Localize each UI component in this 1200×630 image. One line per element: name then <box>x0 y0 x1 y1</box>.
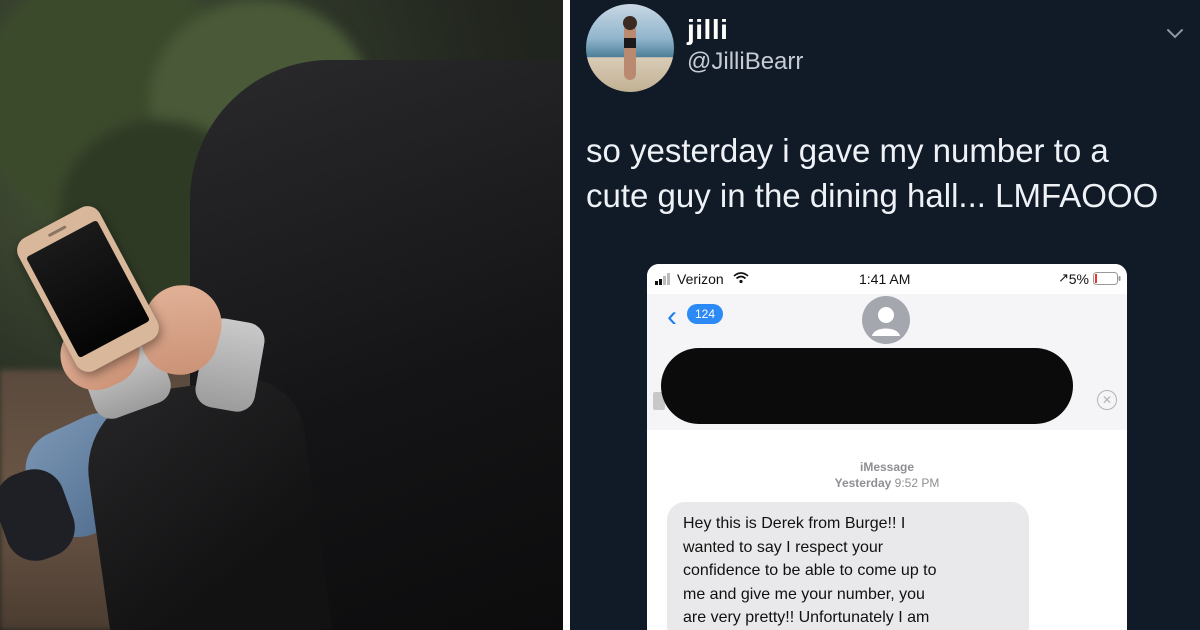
redaction-bar <box>661 348 1073 424</box>
message-line: wanted to say I respect your <box>683 538 884 556</box>
thread-time: 9:52 PM <box>894 476 940 490</box>
avatar-person-figure <box>623 16 637 80</box>
display-name[interactable]: jilli <box>687 14 728 46</box>
message-line: are very pretty!! Unfortunately I am <box>683 609 930 626</box>
thread-service-label: iMessage <box>859 460 915 474</box>
back-chevron-icon[interactable]: ‹ <box>667 302 677 332</box>
chevron-down-icon[interactable] <box>1164 22 1186 44</box>
phone-speaker <box>47 225 67 238</box>
tweet-card: jilli @JilliBearr so yesterday i gave my… <box>570 0 1200 630</box>
status-time: 1:41 AM <box>859 271 911 287</box>
thread-timestamp: Yesterday 9:52 PM <box>647 476 1127 490</box>
status-bar: Verizon 1:41 AM ↗ 5% <box>647 264 1127 294</box>
message-line: confidence to be able to come up to <box>683 562 937 579</box>
tweet-text-line: so yesterday i gave my number to a <box>586 132 1109 169</box>
message-line: Hey this is Derek from Burge!! I <box>683 515 906 532</box>
profile-avatar[interactable] <box>586 4 674 92</box>
message-line: me and give me your number, you <box>683 585 925 603</box>
imessage-screenshot[interactable]: ‹ 124 ✕ Verizon 1:41 AM ↗ 5% iMessage Ye… <box>647 264 1127 630</box>
panel-divider <box>563 0 570 630</box>
location-arrow-icon: ↗ <box>1058 270 1069 285</box>
wifi-icon <box>733 272 749 284</box>
conversation-header: ‹ 124 ✕ <box>647 288 1127 430</box>
carrier-name: Verizon <box>677 271 724 287</box>
tweet-text: so yesterday i gave my number to a cute … <box>586 128 1186 218</box>
battery-icon <box>1093 272 1121 285</box>
tweet-text-line: cute guy in the dining hall... LMFAOOO <box>586 177 1159 214</box>
battery-percent: 5% <box>1068 271 1089 287</box>
close-circle-icon[interactable]: ✕ <box>1097 390 1117 410</box>
person-silhouette-icon <box>872 307 900 336</box>
unread-count-badge[interactable]: 124 <box>687 304 724 324</box>
thread-day: Yesterday <box>834 476 892 490</box>
stock-photo-person-holding-phone <box>0 0 563 630</box>
signal-bars-icon <box>655 273 670 285</box>
incoming-message-bubble[interactable]: Hey this is Derek from Burge!! I wanted … <box>667 502 1029 630</box>
user-handle[interactable]: @JilliBearr <box>687 48 803 76</box>
contact-avatar[interactable] <box>862 296 910 344</box>
